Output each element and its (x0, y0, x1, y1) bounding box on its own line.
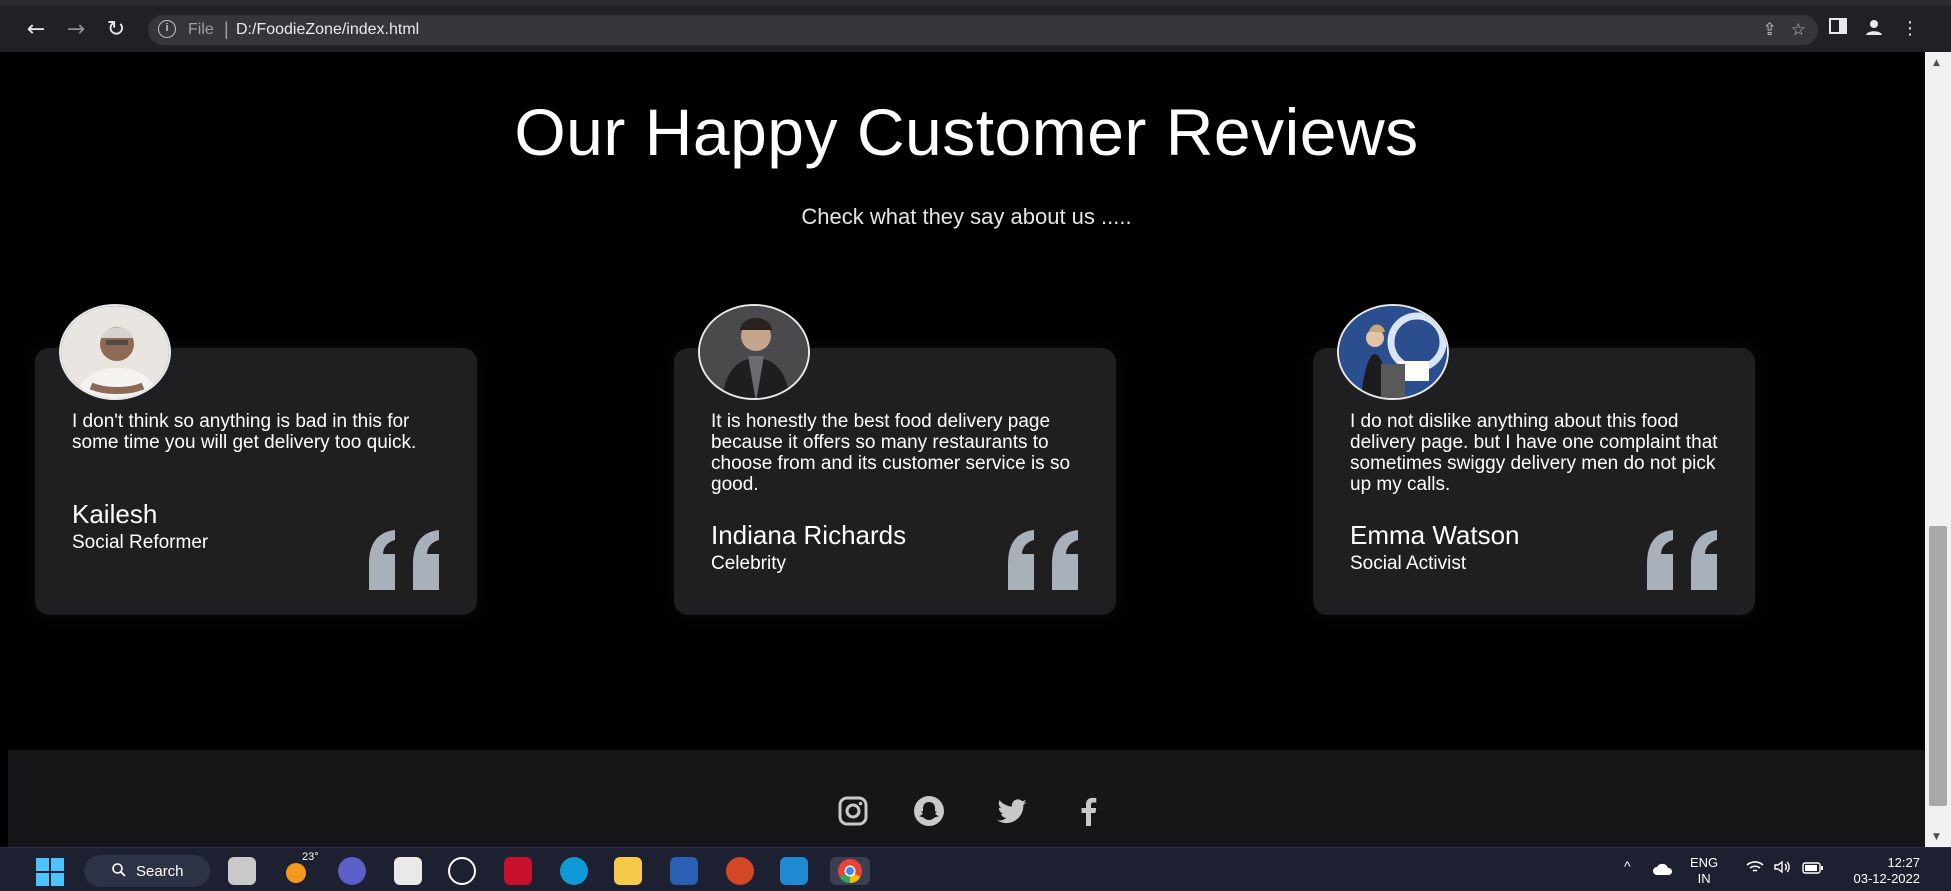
file-explorer-icon[interactable] (614, 857, 642, 885)
reviewer-name: Emma Watson (1350, 520, 1520, 550)
volume-icon[interactable] (1774, 860, 1792, 877)
snapchat-icon[interactable] (912, 794, 946, 828)
share-icon[interactable]: ⇪ (1763, 20, 1777, 40)
mcafee-icon[interactable] (504, 857, 532, 885)
review-card: I do not dislike anything about this foo… (1313, 304, 1755, 615)
scroll-down-icon[interactable]: ▼ (1933, 832, 1940, 842)
taskbar-search[interactable]: Search (84, 855, 210, 887)
scroll-up-icon[interactable]: ▲ (1933, 58, 1940, 68)
powerpoint-icon[interactable] (726, 857, 754, 885)
chrome-icon (838, 859, 862, 883)
reviews-section: Our Happy Customer Reviews Check what th… (8, 52, 1925, 847)
review-card: I don't think so anything is bad in this… (35, 304, 477, 615)
wifi-icon[interactable] (1746, 860, 1764, 877)
kebab-menu-icon[interactable]: ⋮ (1901, 18, 1919, 41)
back-button[interactable]: ← (22, 16, 50, 44)
chrome-taskbar-button[interactable] (830, 857, 870, 885)
dell-icon[interactable] (448, 857, 476, 885)
chevron-up-icon[interactable]: ^ (1624, 858, 1631, 874)
edge-icon[interactable] (560, 857, 588, 885)
microsoft-store-icon[interactable] (394, 857, 422, 885)
search-icon (112, 863, 126, 877)
quote-icon (1008, 530, 1078, 590)
language-indicator[interactable]: ENG IN (1690, 855, 1718, 887)
reviewer-avatar (59, 304, 171, 400)
quote-icon (369, 530, 439, 590)
twitter-icon[interactable] (995, 794, 1029, 828)
browser-toolbar: ← → ↻ i File | D:/FoodieZone/index.html … (0, 0, 1951, 52)
reload-button[interactable]: ↻ (102, 16, 130, 44)
section-title: Our Happy Customer Reviews (514, 95, 1419, 169)
taskbar: Search 23° ^ ENG IN 12:27 03-12-2022 (0, 847, 1951, 891)
reviewer-name: Indiana Richards (711, 520, 907, 550)
review-text: I don't think so anything is bad in this… (72, 411, 417, 453)
url-text[interactable]: D:/FoodieZone/index.html (236, 21, 419, 39)
weather-widget[interactable]: 23° (284, 851, 319, 885)
review-text: It is honestly the best food delivery pa… (711, 411, 1071, 495)
url-scheme: File (188, 21, 214, 38)
weather-temp: 23° (302, 851, 319, 863)
start-button[interactable] (36, 858, 64, 886)
clock[interactable]: 12:27 03-12-2022 (1840, 855, 1921, 887)
forward-button[interactable]: → (62, 16, 90, 44)
region-code: IN (1697, 871, 1711, 886)
clock-time: 12:27 (1887, 855, 1920, 870)
star-icon[interactable]: ☆ (1791, 20, 1806, 40)
reviewer-role: Celebrity (711, 553, 786, 574)
clock-date: 03-12-2022 (1853, 871, 1921, 886)
profile-icon[interactable] (1865, 18, 1883, 41)
info-icon[interactable]: i (158, 20, 176, 38)
scroll-thumb[interactable] (1929, 526, 1947, 806)
side-panel-icon[interactable] (1829, 18, 1847, 41)
language-code: ENG (1690, 855, 1719, 870)
battery-icon[interactable] (1802, 861, 1824, 877)
reviewer-avatar (698, 304, 810, 400)
task-view-icon[interactable] (228, 857, 256, 885)
reviewer-role: Social Reformer (72, 532, 209, 553)
reviewer-role: Social Activist (1350, 553, 1467, 574)
instagram-icon[interactable] (836, 794, 870, 828)
url-separator: | (224, 19, 229, 39)
quote-icon (1647, 530, 1717, 590)
reviewer-avatar (1337, 304, 1449, 400)
facebook-icon[interactable] (1072, 794, 1106, 828)
search-label: Search (136, 863, 184, 880)
teams-chat-icon[interactable] (338, 857, 366, 885)
section-subtitle: Check what they say about us ..... (801, 204, 1132, 229)
screen: ← → ↻ i File | D:/FoodieZone/index.html … (0, 0, 1951, 891)
reviewer-name: Kailesh (72, 499, 158, 529)
address-bar[interactable]: i File | D:/FoodieZone/index.html ⇪ ☆ (148, 15, 1818, 45)
onedrive-icon[interactable] (1652, 862, 1674, 876)
footer (8, 750, 1925, 847)
vscode-icon[interactable] (780, 857, 808, 885)
page-scrollbar[interactable]: ▲ ▼ (1925, 52, 1951, 847)
word-icon[interactable] (670, 857, 698, 885)
review-card: It is honestly the best food delivery pa… (674, 304, 1116, 615)
review-text: I do not dislike anything about this foo… (1350, 411, 1718, 495)
